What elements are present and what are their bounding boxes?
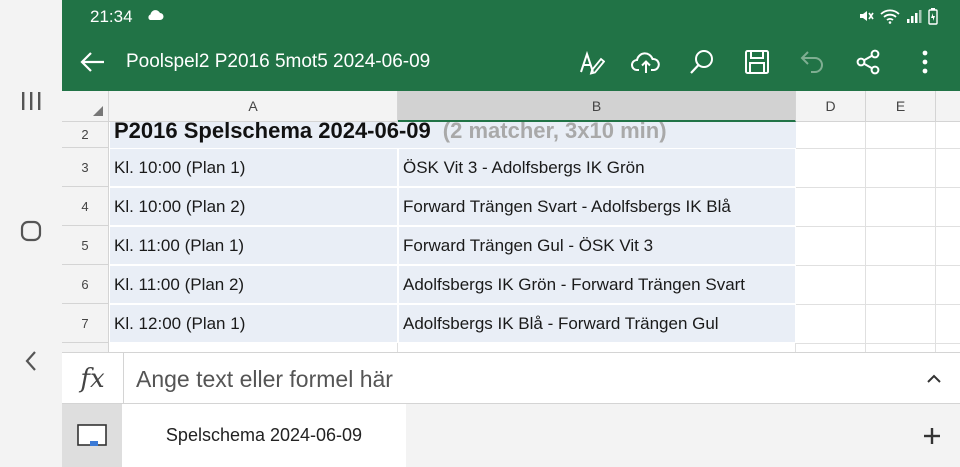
search-icon xyxy=(690,50,713,74)
draw-icon xyxy=(580,50,605,75)
row-header-4[interactable]: 4 xyxy=(62,187,109,226)
back-nav-button[interactable] xyxy=(0,346,62,376)
row-header-5[interactable]: 5 xyxy=(62,226,109,265)
gridline xyxy=(796,343,960,344)
excel-app: 21:34 Poolspel2 P2016 5mot5 2024-06-09 A… xyxy=(62,0,960,467)
gridline xyxy=(796,304,960,305)
cell-a3[interactable]: Kl. 10:00 (Plan 1) xyxy=(110,149,397,186)
share-button[interactable] xyxy=(853,47,883,77)
wifi-icon xyxy=(880,9,900,24)
column-header-b[interactable]: B xyxy=(398,91,796,122)
add-sheet-button[interactable] xyxy=(920,424,944,448)
column-header-next[interactable] xyxy=(936,91,960,122)
cell-b5[interactable]: Forward Trängen Gul - ÖSK Vit 3 xyxy=(399,227,795,264)
cell-a7[interactable]: Kl. 12:00 (Plan 1) xyxy=(110,305,397,342)
back-nav-icon xyxy=(25,351,36,371)
select-all-corner[interactable] xyxy=(62,91,109,122)
document-title[interactable]: Poolspel2 P2016 5mot5 2024-06-09 xyxy=(126,51,430,73)
sheet-tab-bar: Spelschema 2024-06-09 xyxy=(62,404,960,467)
fx-button[interactable]: fx xyxy=(62,353,124,404)
draw-button[interactable] xyxy=(576,47,606,77)
sheet-list-button[interactable] xyxy=(62,404,122,467)
status-time: 21:34 xyxy=(90,7,133,26)
recent-apps-icon xyxy=(22,92,41,110)
corner-triangle-icon xyxy=(93,106,103,116)
gridline xyxy=(935,122,936,352)
android-nav-rail xyxy=(0,0,62,467)
chevron-up-icon xyxy=(927,374,941,383)
gridline xyxy=(397,343,398,352)
cell-a6[interactable]: Kl. 11:00 (Plan 2) xyxy=(110,266,397,303)
row-header-3[interactable]: 3 xyxy=(62,148,109,187)
gridline xyxy=(796,148,960,149)
arrow-left-icon xyxy=(80,52,104,72)
row-header-6[interactable]: 6 xyxy=(62,265,109,304)
undo-button[interactable] xyxy=(798,47,828,77)
home-button[interactable] xyxy=(0,216,62,246)
cell-b7[interactable]: Adolfsbergs IK Blå - Forward Trängen Gul xyxy=(399,305,795,342)
upload-button[interactable] xyxy=(631,47,661,77)
mute-icon xyxy=(860,11,874,21)
expand-formula-button[interactable] xyxy=(924,369,944,389)
cell-a4[interactable]: Kl. 10:00 (Plan 2) xyxy=(110,188,397,225)
gridline xyxy=(796,187,960,188)
status-bar: 21:34 xyxy=(62,0,960,32)
sheet-grid[interactable]: A B D E 2 P2016 Spelschema 2024-06-09 (2… xyxy=(62,91,960,352)
sheet-list-icon xyxy=(77,423,107,446)
gridline xyxy=(795,343,796,352)
share-icon xyxy=(856,49,880,75)
plus-icon xyxy=(924,428,940,444)
column-header-e[interactable]: E xyxy=(866,91,936,122)
title-cell: P2016 Spelschema 2024-06-09 (2 matcher, … xyxy=(110,122,667,144)
search-button[interactable] xyxy=(687,47,717,77)
save-icon xyxy=(745,50,769,74)
cell-b3[interactable]: ÖSK Vit 3 - Adolfsbergs IK Grön xyxy=(399,149,795,186)
recent-apps-button[interactable] xyxy=(0,86,62,116)
cloud-icon xyxy=(148,10,164,20)
more-options-button[interactable] xyxy=(910,47,940,77)
sheet-tab-active[interactable]: Spelschema 2024-06-09 xyxy=(122,404,406,467)
cell-b4[interactable]: Forward Trängen Svart - Adolfsbergs IK B… xyxy=(399,188,795,225)
cell-b6[interactable]: Adolfsbergs IK Grön - Forward Trängen Sv… xyxy=(399,266,795,303)
column-header-d[interactable]: D xyxy=(796,91,866,122)
formula-input[interactable] xyxy=(136,365,876,393)
battery-icon xyxy=(928,8,938,25)
app-bar: Poolspel2 P2016 5mot5 2024-06-09 xyxy=(62,32,960,91)
back-button[interactable] xyxy=(78,49,108,75)
row-header-7[interactable]: 7 xyxy=(62,304,109,343)
column-header-a[interactable]: A xyxy=(109,91,398,122)
gridline xyxy=(865,122,866,352)
more-icon xyxy=(922,50,928,74)
row-header-next[interactable] xyxy=(62,343,109,352)
gridline xyxy=(796,265,960,266)
formula-bar: fx xyxy=(62,352,960,404)
status-icons xyxy=(858,7,938,25)
schedule-subtitle: (2 matcher, 3x10 min) xyxy=(442,122,667,143)
gridline xyxy=(796,226,960,227)
row-header-2[interactable]: 2 xyxy=(62,122,109,148)
home-icon xyxy=(20,220,42,242)
undo-icon xyxy=(800,51,823,73)
schedule-title: P2016 Spelschema 2024-06-09 xyxy=(114,122,431,143)
cell-a5[interactable]: Kl. 11:00 (Plan 1) xyxy=(110,227,397,264)
cloud-upload-icon xyxy=(631,52,660,73)
save-button[interactable] xyxy=(742,47,772,77)
signal-icon xyxy=(907,10,922,23)
